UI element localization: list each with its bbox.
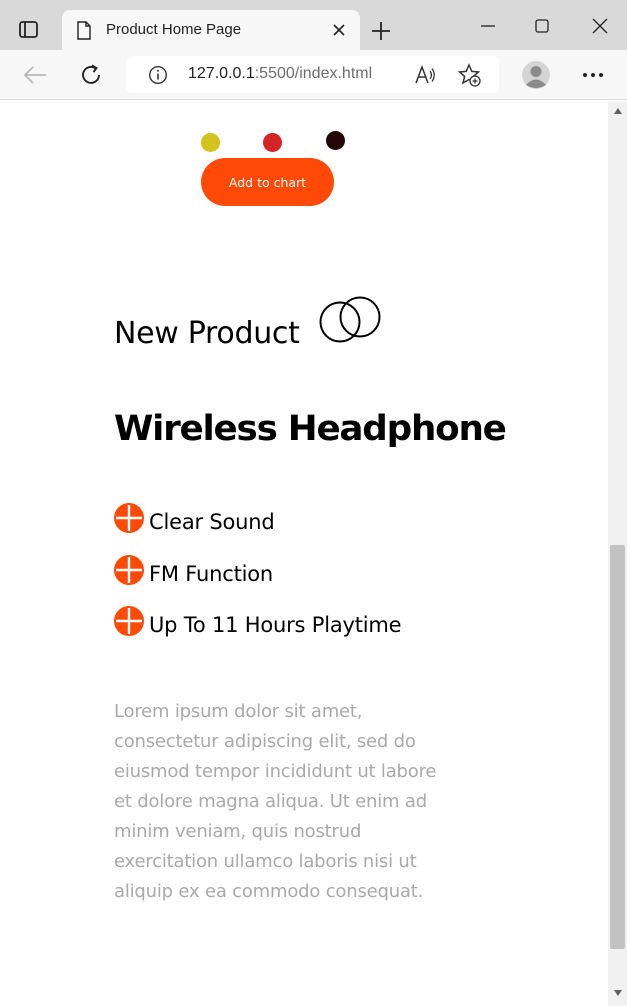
url-host: 127.0.0.1 <box>188 65 255 82</box>
headphone-image <box>140 101 380 107</box>
tab-actions-icon[interactable] <box>18 20 40 40</box>
plus-circle-icon <box>114 606 144 636</box>
color-option-yellow[interactable] <box>201 133 220 152</box>
browser-tab[interactable]: Product Home Page <box>62 10 360 50</box>
browser-titlebar: Product Home Page <box>0 0 627 50</box>
page-viewport: Add to chart New Product Wireless Headph… <box>0 101 608 1006</box>
back-arrow-icon[interactable] <box>22 64 48 86</box>
product-title: Wireless Headphone <box>114 409 507 449</box>
feature-label: Up To 11 Hours Playtime <box>149 613 402 637</box>
color-option-red[interactable] <box>263 133 282 152</box>
new-product-label: New Product <box>114 316 300 351</box>
add-favorite-icon[interactable] <box>457 63 481 87</box>
overlapping-circles-icon <box>319 296 381 343</box>
vertical-scrollbar[interactable] <box>608 101 627 1006</box>
read-aloud-icon[interactable] <box>414 64 436 86</box>
new-tab-icon[interactable] <box>370 20 392 42</box>
page-icon <box>77 21 91 40</box>
more-options-icon[interactable] <box>582 72 604 78</box>
browser-toolbar: 127.0.0.1:5500/index.html <box>0 50 627 100</box>
minimize-icon[interactable] <box>478 16 498 36</box>
scrollbar-thumb[interactable] <box>610 545 625 949</box>
info-icon[interactable] <box>148 65 168 85</box>
color-option-dark[interactable] <box>326 131 345 150</box>
url-path: :5500/index.html <box>254 65 373 82</box>
feature-label: Clear Sound <box>149 510 275 534</box>
url-text[interactable]: 127.0.0.1:5500/index.html <box>188 65 372 83</box>
maximize-icon[interactable] <box>532 16 552 36</box>
scroll-up-arrow-icon[interactable] <box>613 107 623 115</box>
tab-title: Product Home Page <box>106 21 242 38</box>
add-to-chart-button[interactable]: Add to chart <box>201 158 334 206</box>
window-close-icon[interactable] <box>590 16 610 36</box>
profile-avatar-icon[interactable] <box>521 60 551 90</box>
address-bar[interactable]: 127.0.0.1:5500/index.html <box>126 56 499 93</box>
refresh-icon[interactable] <box>79 63 103 87</box>
feature-label: FM Function <box>149 562 273 586</box>
product-description: Lorem ipsum dolor sit amet, consectetur … <box>114 701 437 902</box>
plus-circle-icon <box>114 503 144 533</box>
plus-circle-icon <box>114 555 144 585</box>
scroll-down-arrow-icon[interactable] <box>613 989 623 997</box>
close-tab-icon[interactable] <box>332 23 346 37</box>
